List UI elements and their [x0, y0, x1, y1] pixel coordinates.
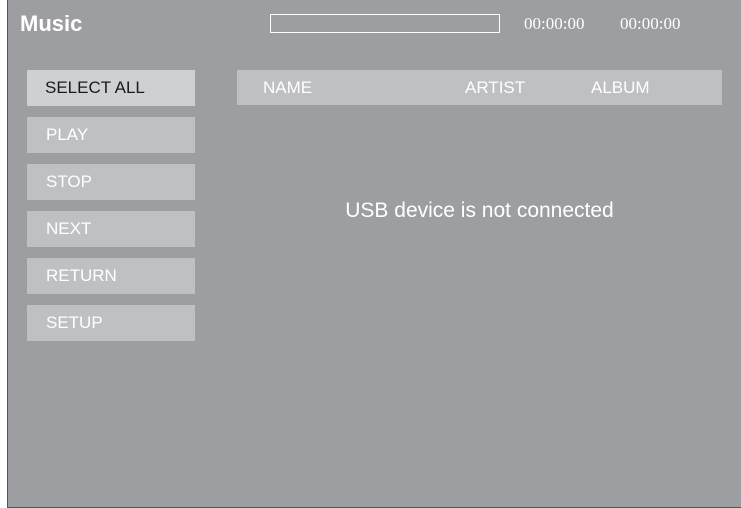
- status-message: USB device is not connected: [345, 199, 614, 222]
- stop-button[interactable]: STOP: [27, 164, 195, 200]
- column-header-album[interactable]: ALBUM: [591, 70, 650, 105]
- page-title: Music: [20, 11, 83, 36]
- column-header-name[interactable]: NAME: [263, 70, 312, 105]
- next-button[interactable]: NEXT: [27, 211, 195, 247]
- setup-button[interactable]: SETUP: [27, 305, 195, 341]
- elapsed-time: 00:00:00: [524, 14, 585, 33]
- music-player-screen: Music 00:00:00 00:00:00 SELECT ALL PLAY …: [7, 0, 741, 508]
- column-header-artist[interactable]: ARTIST: [465, 70, 525, 105]
- play-button[interactable]: PLAY: [27, 117, 195, 153]
- total-time: 00:00:00: [620, 14, 681, 33]
- track-list-header: NAME ARTIST ALBUM: [237, 70, 722, 105]
- select-all-button[interactable]: SELECT ALL: [27, 70, 195, 106]
- progress-bar[interactable]: [270, 14, 500, 33]
- return-button[interactable]: RETURN: [27, 258, 195, 294]
